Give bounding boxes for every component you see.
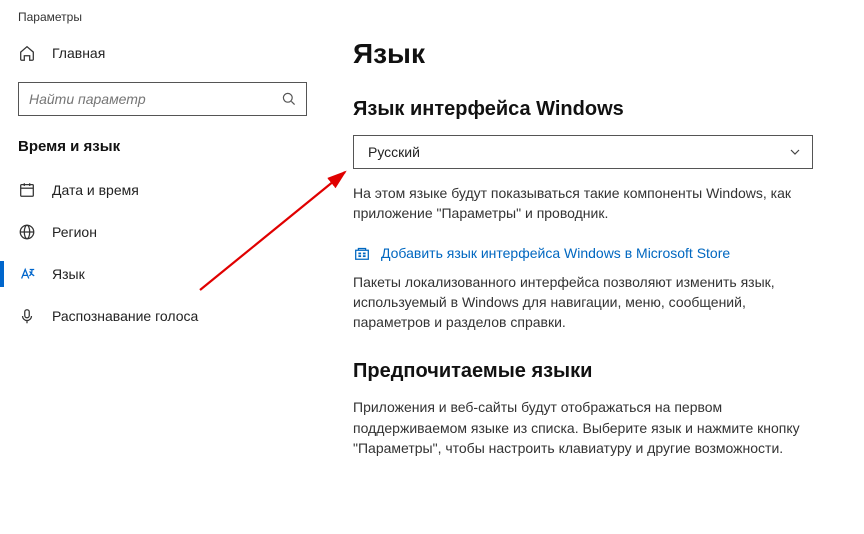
page-title: Язык — [353, 38, 834, 70]
sidebar-item-label: Регион — [52, 224, 97, 240]
store-icon — [353, 244, 371, 262]
language-pack-description: Пакеты локализованного интерфейса позвол… — [353, 272, 823, 333]
section-heading-preferred-languages: Предпочитаемые языки — [353, 360, 834, 383]
dropdown-value: Русский — [368, 144, 420, 160]
add-language-store-link[interactable]: Добавить язык интерфейса Windows в Micro… — [353, 244, 834, 262]
store-link-text: Добавить язык интерфейса Windows в Micro… — [381, 245, 730, 261]
nav: Дата и время Регион Язык Распознавание г… — [0, 169, 325, 337]
search-box[interactable] — [18, 82, 307, 116]
sidebar-item-language[interactable]: Язык — [0, 253, 325, 295]
sidebar: Параметры Главная Время и язык Дата и вр… — [0, 0, 325, 534]
section-header: Время и язык — [0, 130, 325, 169]
chevron-down-icon — [788, 145, 802, 159]
sidebar-item-datetime[interactable]: Дата и время — [0, 169, 325, 211]
sidebar-item-speech[interactable]: Распознавание голоса — [0, 295, 325, 337]
home-icon — [18, 44, 36, 62]
preferred-languages-description: Приложения и веб-сайты будут отображатьс… — [353, 397, 823, 458]
app-title: Параметры — [0, 0, 325, 30]
display-language-description: На этом языке будут показываться такие к… — [353, 183, 823, 224]
sidebar-item-home[interactable]: Главная — [0, 30, 325, 76]
language-icon — [18, 265, 36, 283]
microphone-icon — [18, 307, 36, 325]
display-language-dropdown[interactable]: Русский — [353, 135, 813, 169]
main-content: Язык Язык интерфейса Windows Русский На … — [325, 0, 864, 534]
calendar-icon — [18, 181, 36, 199]
sidebar-item-label: Язык — [52, 266, 85, 282]
search-icon — [280, 90, 298, 108]
globe-icon — [18, 223, 36, 241]
search-input[interactable] — [29, 91, 280, 107]
sidebar-item-label: Распознавание голоса — [52, 308, 198, 324]
home-label: Главная — [52, 45, 105, 61]
sidebar-item-region[interactable]: Регион — [0, 211, 325, 253]
section-heading-display-language: Язык интерфейса Windows — [353, 98, 834, 121]
sidebar-item-label: Дата и время — [52, 182, 139, 198]
